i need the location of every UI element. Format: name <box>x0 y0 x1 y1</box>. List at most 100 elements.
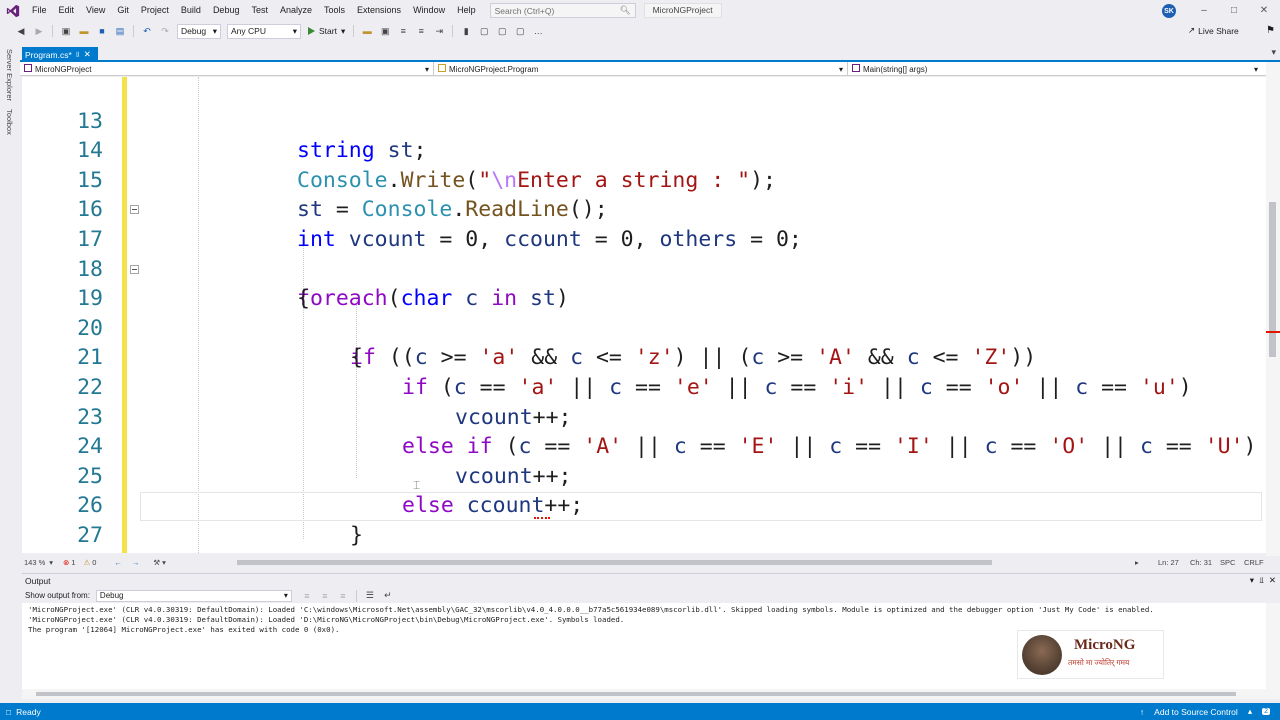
save-icon[interactable]: ■ <box>95 24 109 38</box>
code-editor[interactable]: 13 string st; 14 Console.Write("\nEnter … <box>22 77 1266 553</box>
next-message-icon[interactable]: ≡ <box>336 589 350 603</box>
live-share-button[interactable]: ↗ Live Share <box>1188 25 1239 36</box>
server-explorer-tab[interactable]: Server Explorer <box>5 49 14 101</box>
open-folder-icon[interactable]: ▬ <box>77 24 91 38</box>
output-source-select[interactable]: Debug ▾ <box>95 589 292 602</box>
toolbox-tab[interactable]: Toolbox <box>5 109 14 135</box>
nav-forward-icon[interactable]: → <box>132 558 140 567</box>
maximize-icon[interactable]: □ <box>1226 3 1242 17</box>
menu-help[interactable]: Help <box>451 0 482 21</box>
member-dropdown[interactable]: Main(string[] args) ▾ <box>848 62 1262 76</box>
menu-extensions[interactable]: Extensions <box>351 0 407 21</box>
bookmark-icon[interactable]: ▮ <box>459 24 473 38</box>
close-icon[interactable]: ✕ <box>1269 575 1276 586</box>
start-button[interactable]: Start ▾ <box>308 26 345 37</box>
new-project-icon[interactable]: ▣ <box>59 24 73 38</box>
visual-studio-logo-icon[interactable] <box>0 0 26 21</box>
collapse-icon[interactable] <box>130 205 139 215</box>
code-line: 14 Console.Write("\nEnter a string : "); <box>22 107 1266 193</box>
notifications-badge[interactable]: 2 <box>1262 708 1270 715</box>
screenshot-icon[interactable]: ▣ <box>378 24 392 38</box>
output-horizontal-scrollbar[interactable] <box>22 689 1266 699</box>
toolbar-overflow-icon[interactable]: … <box>531 24 545 38</box>
solution-platform-select[interactable]: Any CPU ▾ <box>227 23 301 39</box>
close-icon[interactable]: ✕ <box>1256 3 1272 17</box>
next-bookmark-icon[interactable]: ▢ <box>495 24 509 38</box>
menu-view[interactable]: View <box>80 0 111 21</box>
menu-git[interactable]: Git <box>111 0 135 21</box>
project-dropdown[interactable]: MicroNGProject ▾ <box>20 62 434 76</box>
error-count[interactable]: 1 <box>71 558 75 567</box>
forward-icon[interactable]: ▶ <box>32 24 46 38</box>
pin-icon[interactable]: ⫫ <box>76 51 80 59</box>
chevron-down-icon[interactable]: ▾ <box>1250 575 1254 586</box>
menu-debug[interactable]: Debug <box>207 0 246 21</box>
class-dropdown[interactable]: MicroNGProject.Program ▾ <box>434 62 848 76</box>
menu-analyze[interactable]: Analyze <box>274 0 318 21</box>
whitespace-indicator[interactable]: SPC <box>1220 558 1235 567</box>
avatar[interactable]: SK <box>1162 4 1176 18</box>
back-icon[interactable]: ◀ <box>14 24 28 38</box>
error-squiggle[interactable] <box>534 515 550 519</box>
nav-back-icon[interactable]: ← <box>114 558 122 567</box>
comment-icon[interactable]: ≡ <box>414 24 428 38</box>
zoom-level[interactable]: 143 % <box>24 558 45 567</box>
clear-bookmarks-icon[interactable]: ▢ <box>513 24 527 38</box>
collapse-icon[interactable] <box>130 264 139 274</box>
word-wrap-icon[interactable]: ↵ <box>381 589 395 603</box>
close-icon[interactable]: ✕ <box>84 49 91 60</box>
scrollbar-thumb[interactable] <box>1269 202 1276 357</box>
live-share-label: Live Share <box>1198 25 1239 36</box>
tab-dropdown-icon[interactable]: ▾ <box>1271 47 1276 58</box>
tab-program-cs[interactable]: Program.cs* ⫫ ✕ <box>22 47 98 62</box>
menu-edit[interactable]: Edit <box>53 0 81 21</box>
horizontal-scrollbar-thumb[interactable] <box>237 560 992 565</box>
clear-all-icon[interactable]: ☰ <box>363 589 377 603</box>
show-output-from-label: Show output from: <box>25 591 90 600</box>
menu-window[interactable]: Window <box>407 0 451 21</box>
format-icon[interactable]: ≡ <box>396 24 410 38</box>
menu-file[interactable]: File <box>26 0 53 21</box>
error-icon: ⊗ <box>63 557 70 567</box>
prev-bookmark-icon[interactable]: ▢ <box>477 24 491 38</box>
watermark-subtitle: तमसो मा ज्योतिर् गमय <box>1068 658 1130 667</box>
warning-count[interactable]: 0 <box>92 558 96 567</box>
scrollbar-thumb[interactable] <box>36 692 1236 696</box>
source-control-icon: ↑ <box>1139 706 1145 717</box>
chevron-down-icon: ▾ <box>283 591 288 600</box>
menu-build[interactable]: Build <box>175 0 207 21</box>
output-vertical-scrollbar[interactable] <box>1266 603 1280 699</box>
minimize-icon[interactable]: – <box>1196 3 1212 17</box>
prev-message-icon[interactable]: ≡ <box>318 589 332 603</box>
code-line: 19 if ((c >= 'a' && c <= 'z') || (c >= '… <box>22 255 1266 370</box>
cleanup-icon[interactable]: ⚒ <box>153 558 160 567</box>
save-all-icon[interactable]: ▤ <box>113 24 127 38</box>
line-indicator[interactable]: Ln: 27 <box>1158 558 1179 567</box>
output-toolbar: Show output from: Debug ▾ ≡ ≡ ≡ ☰ ↵ <box>22 588 1266 603</box>
undo-icon[interactable]: ↶ <box>140 24 154 38</box>
chevron-up-icon[interactable]: ▴ <box>1248 706 1252 717</box>
redo-icon[interactable]: ↷ <box>158 24 172 38</box>
scroll-right-icon[interactable]: ▸ <box>1135 558 1139 567</box>
editor-vertical-scrollbar[interactable] <box>1266 62 1280 558</box>
browse-folder-icon[interactable]: ▬ <box>360 24 374 38</box>
feedback-icon[interactable]: ⚑ <box>1266 25 1275 36</box>
column-indicator[interactable]: Ch: 31 <box>1190 558 1212 567</box>
add-to-source-control-button[interactable]: Add to Source Control <box>1154 707 1238 717</box>
indent-icon[interactable]: ⇥ <box>432 24 446 38</box>
editor-status-row: 143 % ▾ ⊗ 1 ⚠ 0 ← → ⚒ ▾ ▸ Ln: 27 Ch: 31 … <box>22 556 1280 568</box>
code-line: 21 if (c == 'a' || c == 'e' || c == 'i' … <box>22 314 1266 400</box>
menu-project[interactable]: Project <box>135 0 175 21</box>
code-line: 17 foreach(char c in st) <box>22 195 1266 311</box>
text-cursor-icon: ⌶ <box>413 478 421 492</box>
menu-test[interactable]: Test <box>245 0 274 21</box>
chevron-down-icon: ▾ <box>340 25 346 36</box>
chevron-down-icon: ▾ <box>424 64 429 74</box>
find-message-icon[interactable]: ≡ <box>300 589 314 603</box>
pin-icon[interactable]: ⫫ <box>1259 575 1264 586</box>
menu-tools[interactable]: Tools <box>318 0 351 21</box>
line-endings-indicator[interactable]: CRLF <box>1244 558 1264 567</box>
solution-configuration-select[interactable]: Debug ▾ <box>177 23 221 39</box>
search-input[interactable]: Search (Ctrl+Q) 🔍︎ <box>489 3 636 18</box>
separator <box>353 25 355 37</box>
